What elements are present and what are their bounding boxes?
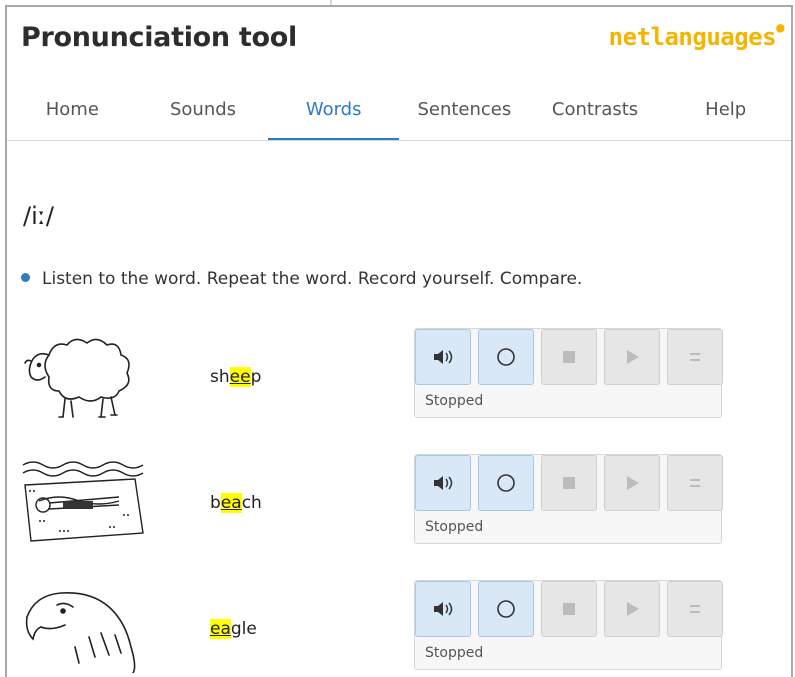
highlighted-letters: ea	[210, 619, 231, 639]
tab-contrasts[interactable]: Contrasts	[530, 82, 661, 140]
record-icon	[497, 474, 515, 492]
stop-icon	[563, 603, 575, 615]
page-title: Pronunciation tool	[21, 22, 297, 53]
word-row-sheep: sheep Stopped	[7, 325, 791, 435]
status-text: Stopped	[425, 645, 484, 661]
pronunciation-window: Pronunciation tool netlanguages● Home So…	[5, 5, 793, 677]
instruction: Listen to the word. Repeat the word. Rec…	[21, 269, 582, 289]
play-icon	[627, 476, 639, 490]
record-icon	[497, 348, 515, 366]
record-button[interactable]	[478, 455, 534, 511]
status-text: Stopped	[425, 393, 484, 409]
compare-icon	[690, 353, 700, 361]
nav-tabs: Home Sounds Words Sentences Contrasts He…	[7, 82, 791, 141]
play-button[interactable]	[604, 581, 660, 637]
tab-home[interactable]: Home	[7, 82, 138, 140]
speaker-icon	[434, 476, 453, 490]
audio-controls: Stopped	[414, 328, 723, 418]
play-button[interactable]	[604, 455, 660, 511]
word-suffix: p	[250, 367, 262, 387]
stop-button[interactable]	[541, 581, 597, 637]
word-label: eagle	[210, 619, 257, 639]
word-prefix: sh	[210, 367, 230, 387]
word-suffix: ch	[241, 493, 262, 513]
compare-button[interactable]	[667, 581, 723, 637]
tab-words[interactable]: Words	[268, 82, 400, 140]
record-icon	[497, 600, 515, 618]
audio-controls: Stopped	[414, 454, 723, 544]
record-button[interactable]	[478, 329, 534, 385]
listen-button[interactable]	[415, 329, 471, 385]
bullet-icon	[21, 272, 30, 282]
stop-icon	[563, 351, 575, 363]
word-row-beach: beach Stopped	[7, 451, 791, 561]
compare-button[interactable]	[667, 455, 723, 511]
speaker-icon	[434, 350, 453, 364]
sheep-image	[24, 338, 130, 418]
word-row-eagle: eagle Stopped	[7, 577, 791, 677]
tab-sentences[interactable]: Sentences	[399, 82, 530, 140]
play-icon	[627, 350, 639, 364]
listen-button[interactable]	[415, 581, 471, 637]
tab-help[interactable]: Help	[660, 82, 791, 140]
listen-button[interactable]	[415, 455, 471, 511]
highlighted-letters: ea	[220, 493, 242, 513]
brand-logo[interactable]: netlanguages●	[608, 20, 785, 51]
brand-logo-text: netlanguages	[608, 23, 777, 51]
phoneme-symbol: /iː/	[23, 202, 54, 230]
status-text: Stopped	[425, 519, 484, 535]
instruction-text: Listen to the word. Repeat the word. Rec…	[42, 269, 583, 289]
beach-image	[22, 461, 144, 542]
brand-dot-icon: ●	[776, 20, 784, 36]
word-prefix: b	[210, 493, 221, 513]
audio-controls: Stopped	[414, 580, 723, 670]
play-icon	[627, 602, 639, 616]
word-label: beach	[210, 493, 262, 513]
word-label: sheep	[210, 367, 261, 387]
tab-sounds[interactable]: Sounds	[138, 82, 269, 140]
highlighted-letters: ee	[229, 367, 251, 387]
compare-icon	[690, 605, 700, 613]
speaker-icon	[434, 602, 453, 616]
stop-icon	[563, 477, 575, 489]
stop-button[interactable]	[541, 329, 597, 385]
stop-button[interactable]	[541, 455, 597, 511]
record-button[interactable]	[478, 581, 534, 637]
play-button[interactable]	[604, 329, 660, 385]
compare-icon	[690, 479, 700, 487]
eagle-image	[25, 591, 136, 673]
word-suffix: gle	[230, 619, 257, 639]
compare-button[interactable]	[667, 329, 723, 385]
